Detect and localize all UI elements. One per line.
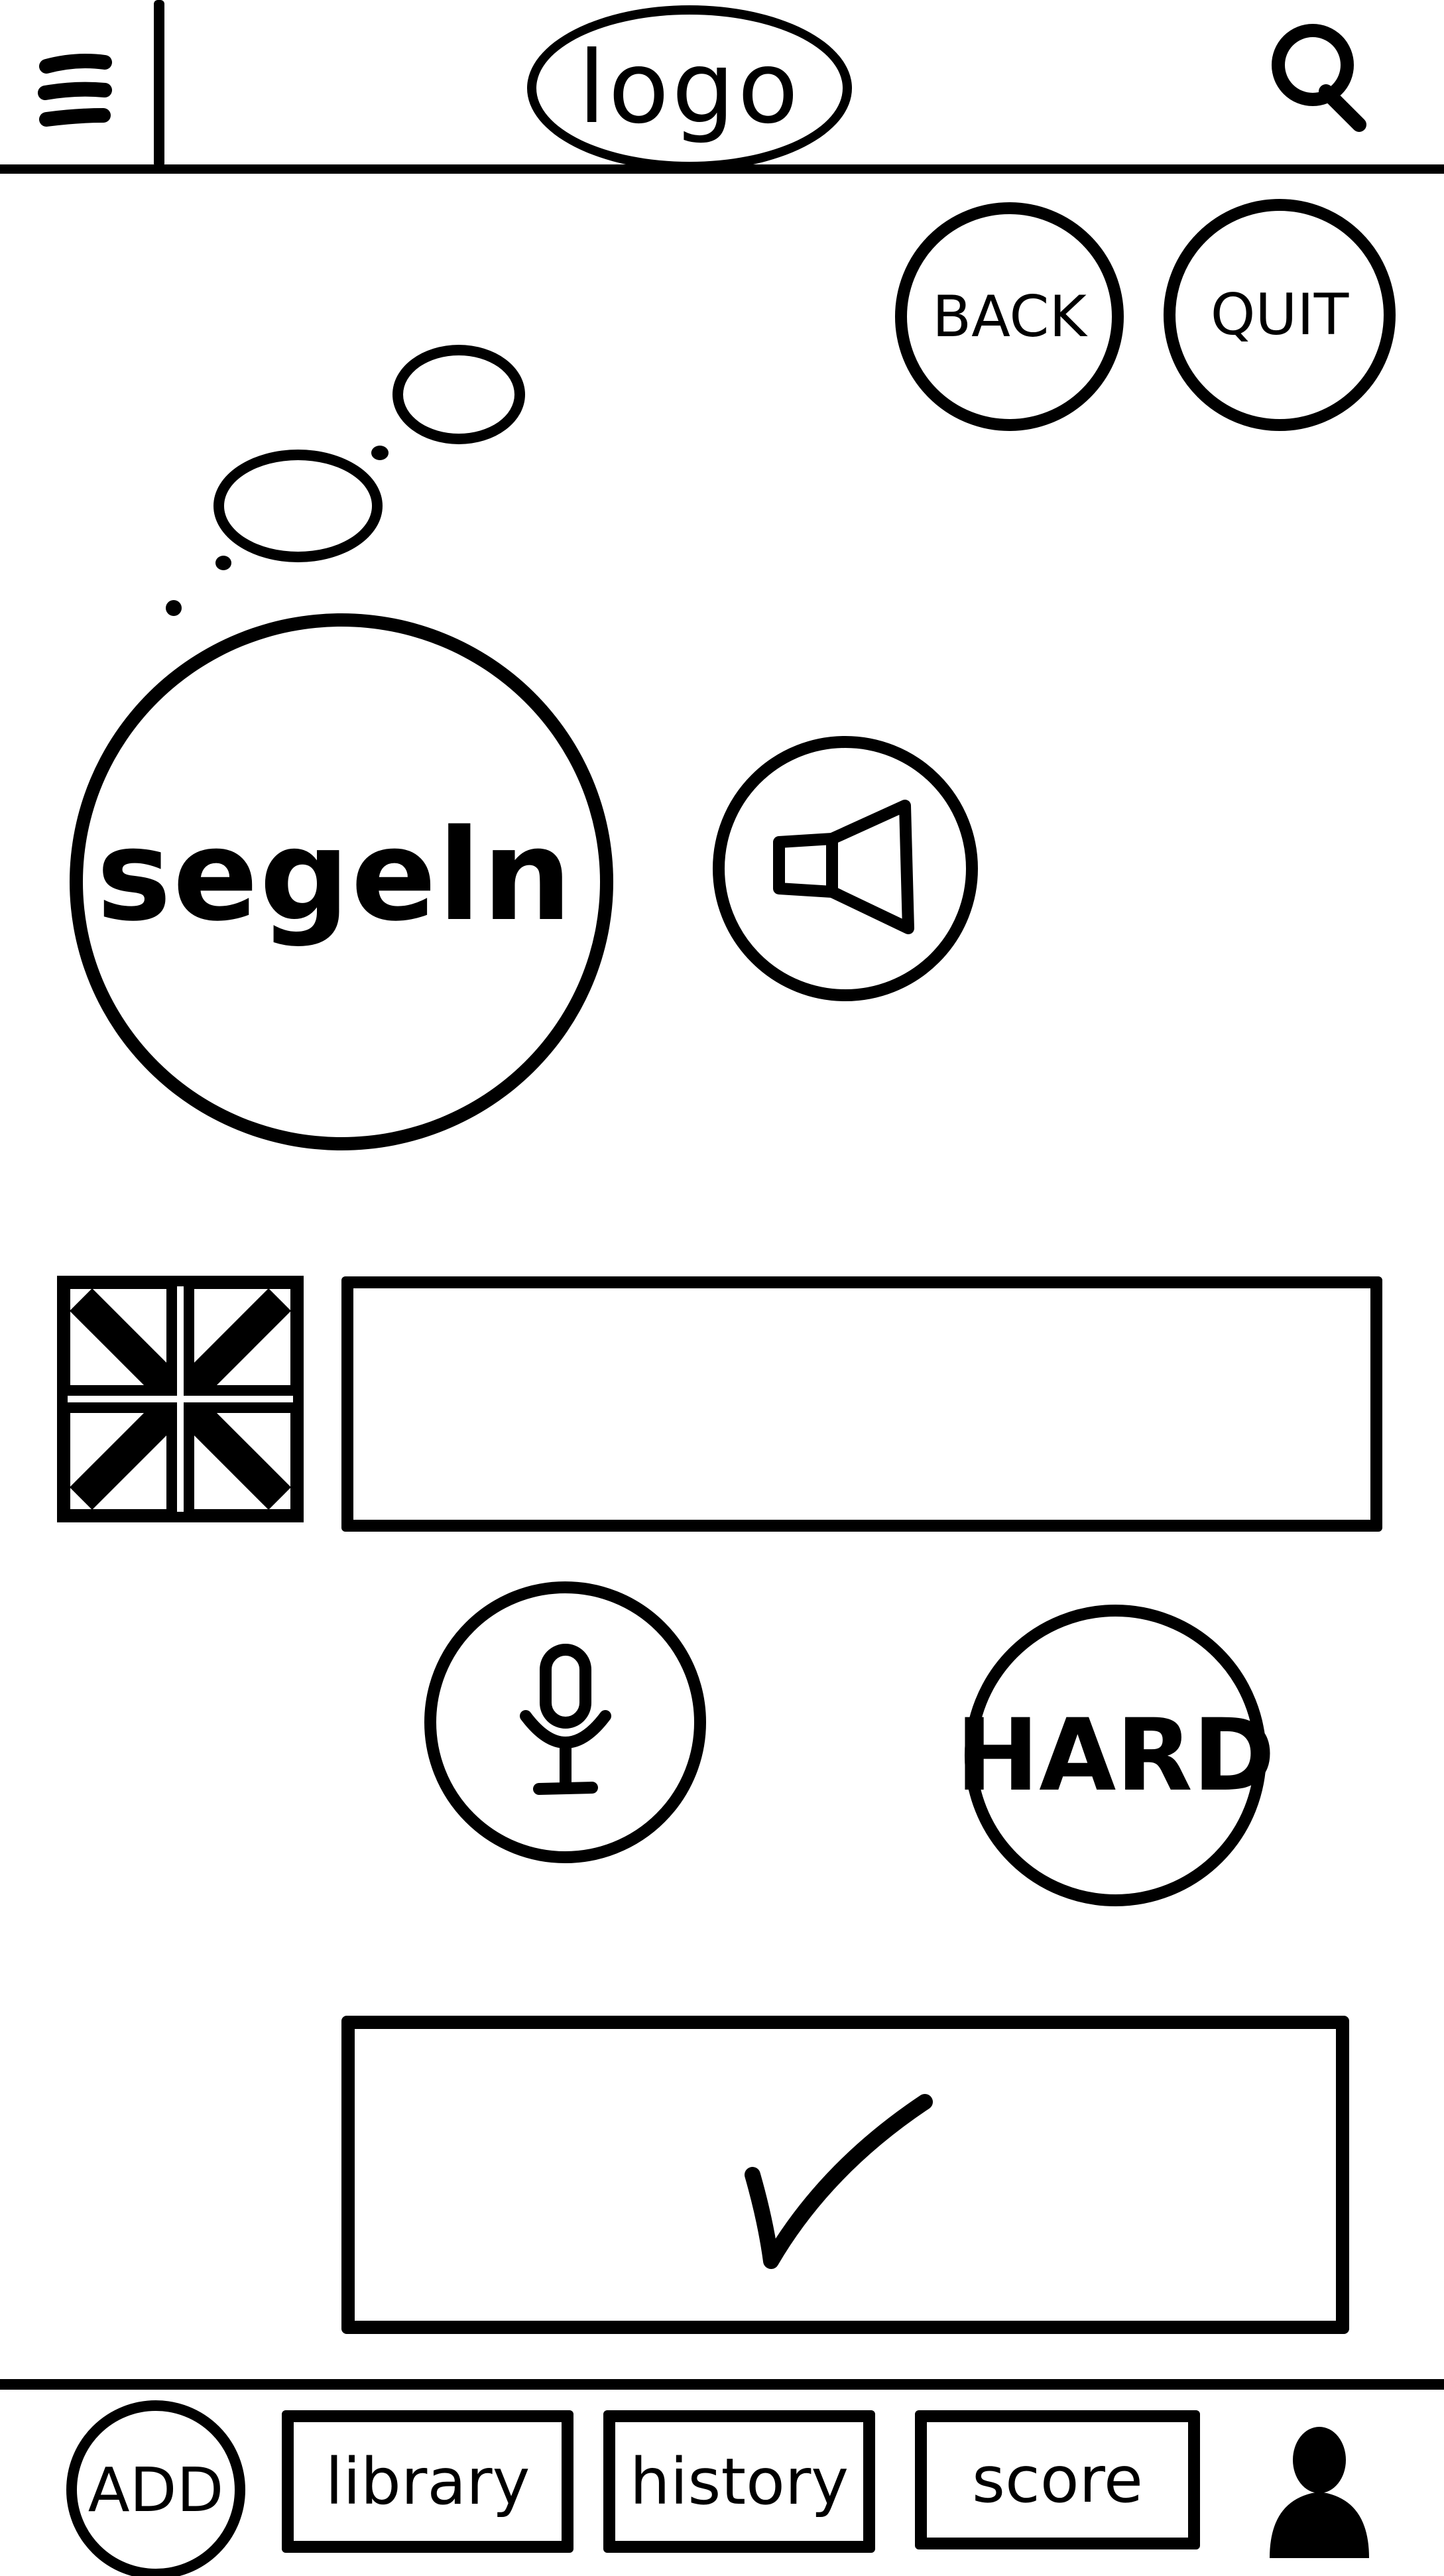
header-divider [154, 0, 164, 167]
thought-dot [166, 600, 182, 616]
tab-library-label: library [325, 2444, 530, 2519]
logo: logo [527, 5, 852, 171]
search-icon [1272, 24, 1366, 132]
search-button[interactable] [1260, 13, 1379, 139]
word-bubble: segeln [70, 613, 613, 1150]
tab-history[interactable]: history [603, 2410, 875, 2553]
word-text: segeln [96, 802, 573, 949]
checkmark-icon [745, 2094, 933, 2269]
tab-history-label: history [629, 2444, 849, 2519]
tab-score[interactable]: score [915, 2410, 1200, 2549]
answer-input[interactable] [341, 1276, 1382, 1532]
logo-label: logo [577, 31, 802, 146]
quit-label: QUIT [1210, 282, 1349, 348]
hard-difficulty-button[interactable]: HARD [956, 1605, 1275, 1906]
microphone-button[interactable] [424, 1581, 706, 1863]
menu-button[interactable] [27, 27, 126, 146]
thought-bubble-medium [213, 450, 383, 562]
user-icon [1270, 2427, 1369, 2558]
quit-button[interactable]: QUIT [1164, 199, 1396, 431]
tab-library[interactable]: library [282, 2410, 573, 2553]
confirm-answer-button[interactable] [341, 2016, 1349, 2334]
thought-bubble-small [392, 345, 525, 444]
thought-dot [215, 556, 231, 570]
play-audio-button[interactable] [713, 736, 978, 1001]
hamburger-icon [38, 54, 112, 127]
add-label: ADD [88, 2454, 224, 2526]
tab-score-label: score [972, 2443, 1143, 2517]
thought-dot [371, 446, 389, 460]
add-button[interactable]: ADD [66, 2400, 245, 2576]
uk-flag-icon [54, 1273, 306, 1525]
profile-button[interactable] [1263, 2419, 1376, 2565]
speaker-icon [773, 800, 914, 934]
back-button[interactable]: BACK [895, 202, 1124, 431]
back-label: BACK [932, 283, 1087, 350]
microphone-icon [519, 1643, 611, 1795]
hard-label: HARD [955, 1697, 1276, 1813]
